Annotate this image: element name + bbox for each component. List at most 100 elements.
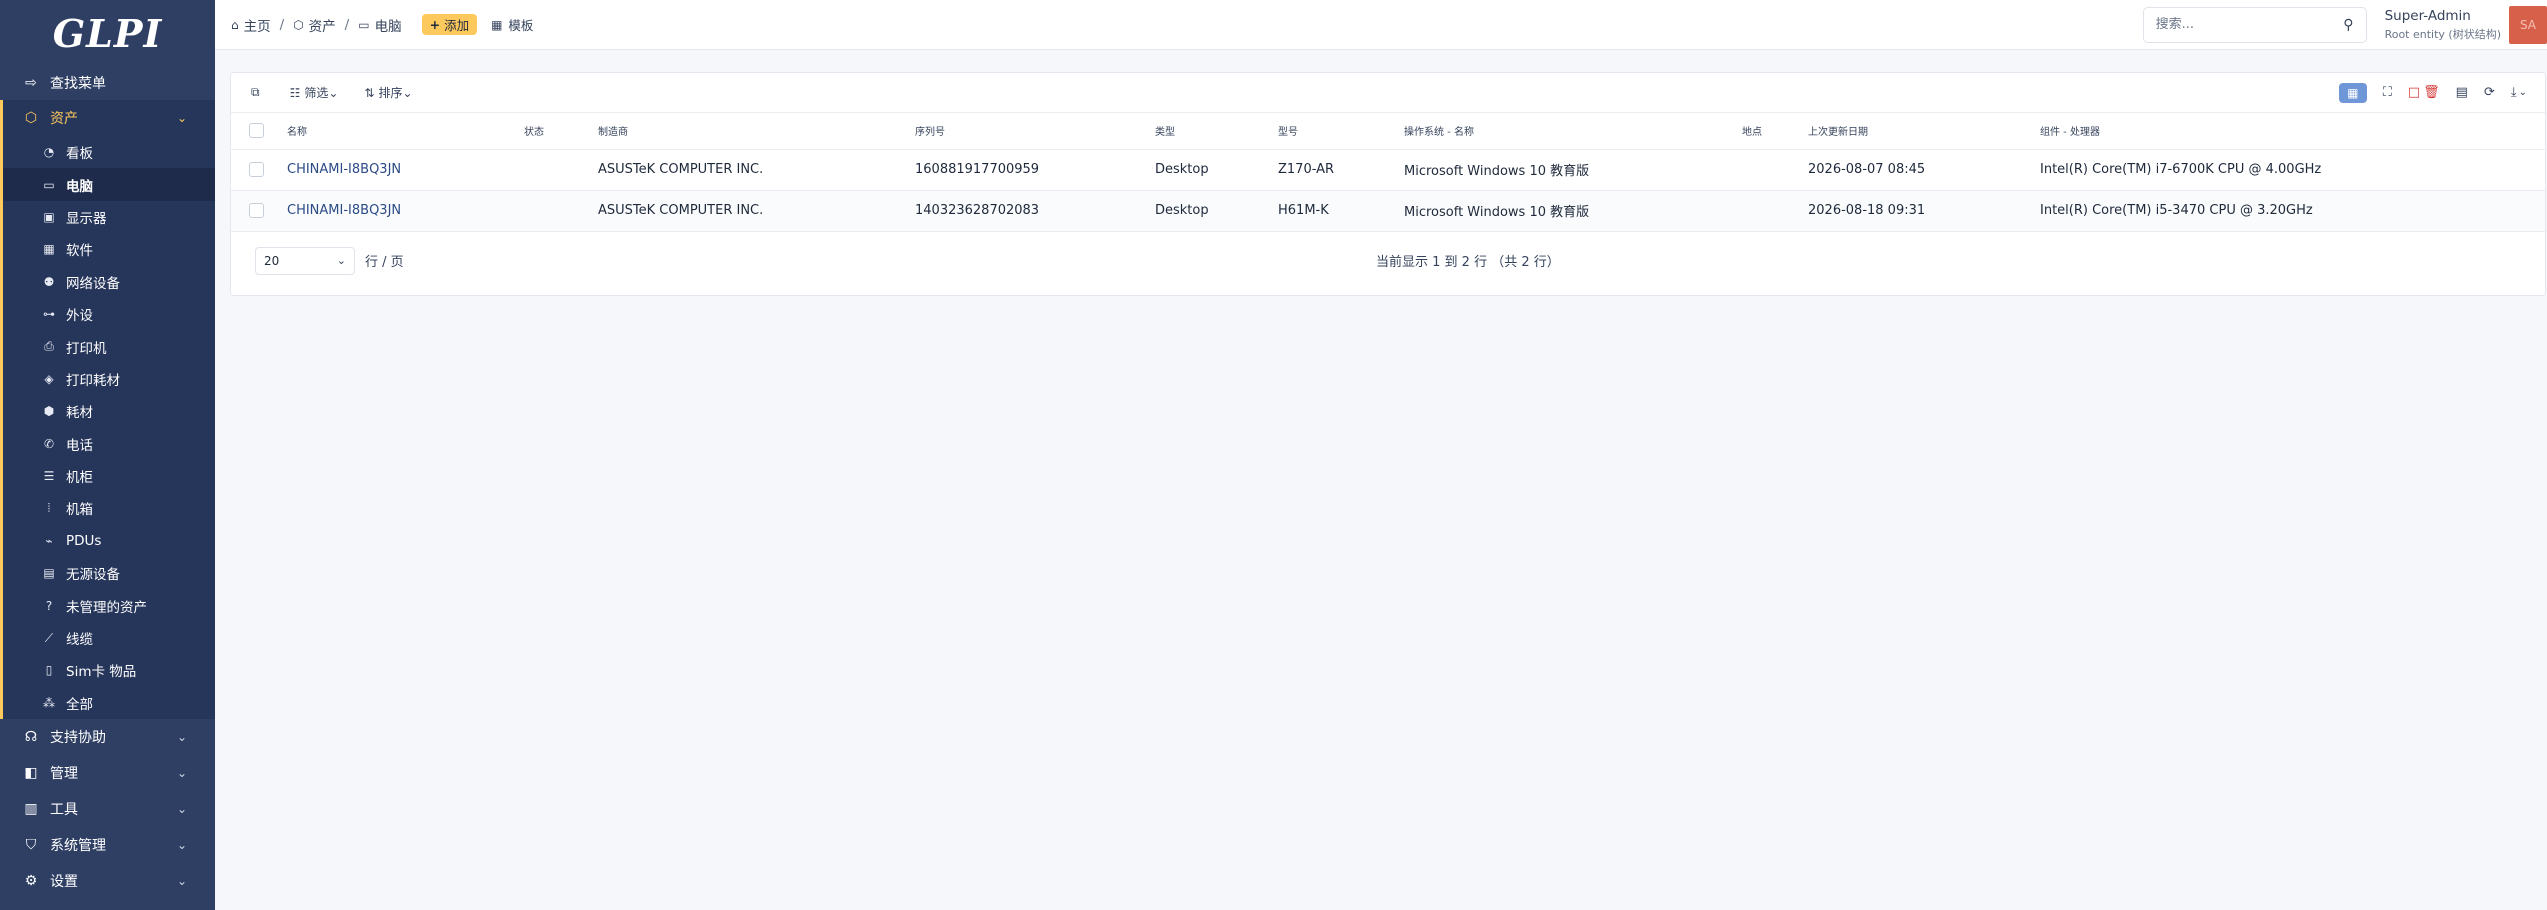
sidebar-item-racks[interactable]: ☰ 机柜 <box>3 460 215 492</box>
all-assets-icon: ⁂ <box>43 695 55 710</box>
computer-name-link[interactable]: CHINAMI-I8BQ3JN <box>287 203 401 218</box>
filter-button[interactable]: ☷ 筛选 ⌄ <box>290 84 339 101</box>
sidebar-item-all-assets[interactable]: ⁂ 全部 <box>3 687 215 719</box>
breadcrumb-computers[interactable]: ▭ 电脑 <box>358 15 401 35</box>
breadcrumb-assets[interactable]: ⬡ 资产 <box>293 15 335 35</box>
map-icon: ⛶ <box>2382 85 2392 100</box>
computers-list-card: ⧉ ☷ 筛选 ⌄ ⇅ 排序 ⌄ ▦ ⛶ □ 🗑 ▤ ⟳ ⤓ ⌄ 名称 状态 制造… <box>230 72 2546 296</box>
cell-name: CHINAMI-I8BQ3JN <box>287 190 524 232</box>
sidebar-item-software[interactable]: ▦ 软件 <box>3 233 215 265</box>
breadcrumb-home[interactable]: ⌂ 主页 <box>231 15 271 35</box>
sidebar-item-enclosures[interactable]: ⦙ 机箱 <box>3 492 215 524</box>
sidebar-item-network-devices[interactable]: ⚉ 网络设备 <box>3 266 215 298</box>
sidebar-category-setup[interactable]: ⚙ 设置 ⌄ <box>0 863 215 899</box>
chevron-down-icon: ⌄ <box>176 838 187 853</box>
column-header-last-update[interactable]: 上次更新日期 <box>1808 113 2040 150</box>
glpi-logo[interactable]: GLPI <box>0 0 215 66</box>
cell-location <box>1742 190 1808 232</box>
sidebar-item-sim-cards[interactable]: ▯ Sim卡 物品 <box>3 654 215 686</box>
sidebar-item-label: 外设 <box>66 308 93 325</box>
droplet-icon: ◈ <box>44 371 54 386</box>
search-icon[interactable]: ⚲ <box>2343 17 2353 33</box>
templates-button[interactable]: ▦ 模板 <box>491 15 533 34</box>
plus-icon: + <box>429 17 441 32</box>
sidebar-item-computers[interactable]: ▭ 电脑 <box>3 168 215 201</box>
sidebar-category-administration[interactable]: ⛉ 系统管理 ⌄ <box>0 827 215 863</box>
shield-icon: ⛉ <box>25 837 37 854</box>
breadcrumb-separator: / <box>344 16 350 33</box>
computer-name-link[interactable]: CHINAMI-I8BQ3JN <box>287 162 401 177</box>
rows-per-page-label: 行 / 页 <box>365 255 404 270</box>
sidebar-category-tools[interactable]: ▥ 工具 ⌄ <box>0 791 215 827</box>
sidebar-category-label: 支持协助 <box>50 730 106 747</box>
table-icon: ▦ <box>2347 85 2359 100</box>
sidebar-item-cartridges[interactable]: ◈ 打印耗材 <box>3 363 215 395</box>
usb-icon: ⊶ <box>43 307 55 322</box>
sidebar-item-label: 耗材 <box>66 405 93 422</box>
add-button-label: 添加 <box>444 18 470 33</box>
sidebar-item-pdus[interactable]: ⌁ PDUs <box>3 525 215 557</box>
package-icon: ⬢ <box>43 404 55 419</box>
sidebar-item-monitors[interactable]: ▣ 显示器 <box>3 201 215 233</box>
table-view-button[interactable]: ▦ <box>2338 82 2367 103</box>
rows-per-page-select[interactable]: 20 ⌄ <box>255 246 355 275</box>
file-icon: ▯ <box>45 663 53 678</box>
map-view-button[interactable]: ⛶ <box>2383 85 2392 100</box>
sidebar-category-assets[interactable]: ⬡ 资产 ⌄ <box>0 100 215 136</box>
breadcrumb-label: 资产 <box>308 18 336 35</box>
select-all-checkbox[interactable] <box>249 123 264 139</box>
column-header-type[interactable]: 类型 <box>1155 113 1278 150</box>
sidebar-item-unmanaged-assets[interactable]: ? 未管理的资产 <box>3 589 215 621</box>
archive-button[interactable]: ▤ <box>2456 85 2468 100</box>
trash-toggle-button[interactable]: □ 🗑 <box>2408 85 2440 100</box>
sidebar-item-label: 显示器 <box>66 210 107 227</box>
sort-icon: ⇅ <box>364 85 375 100</box>
column-header-status[interactable]: 状态 <box>524 113 598 150</box>
sidebar-item-cables[interactable]: ⟋ 线缆 <box>3 622 215 654</box>
export-button[interactable]: ⤓ ⌄ <box>2511 85 2527 100</box>
sidebar: GLPI ⇨ 查找菜单 ⬡ 资产 ⌄ ◔ 看板 ▭ 电脑 ▣ 显示器 ▦ 软件 … <box>0 0 215 910</box>
column-header-manufacturer[interactable]: 制造商 <box>598 113 915 150</box>
refresh-button[interactable]: ⟳ <box>2484 85 2495 100</box>
apps-icon: ▦ <box>43 242 55 257</box>
avatar[interactable]: SA <box>2509 5 2547 44</box>
sidebar-category-management[interactable]: ◧ 管理 ⌄ <box>0 755 215 791</box>
sidebar-item-consumables[interactable]: ⬢ 耗材 <box>3 395 215 427</box>
user-menu[interactable]: Super-Admin Root entity (树状结构) <box>2385 8 2501 42</box>
find-menu-label: 查找菜单 <box>50 76 106 92</box>
row-checkbox[interactable] <box>249 203 264 218</box>
sidebar-item-dashboard[interactable]: ◔ 看板 <box>3 136 215 168</box>
column-header-serial[interactable]: 序列号 <box>915 113 1155 150</box>
sidebar-item-label: 未管理的资产 <box>66 599 147 616</box>
column-header-name[interactable]: 名称 <box>287 113 524 150</box>
cell-serial: 140323628702083 <box>915 190 1155 232</box>
chevron-down-icon: ⌄ <box>176 766 187 781</box>
find-menu-button[interactable]: ⇨ 查找菜单 <box>0 66 215 100</box>
sidebar-item-label: 全部 <box>66 696 93 713</box>
column-header-location[interactable]: 地点 <box>1742 113 1808 150</box>
sidebar-item-label: 无源设备 <box>66 567 120 584</box>
sidebar-item-passive-devices[interactable]: ▤ 无源设备 <box>3 557 215 589</box>
table-row: CHINAMI-I8BQ3JN ASUSTeK COMPUTER INC. 14… <box>231 190 2545 232</box>
row-checkbox[interactable] <box>249 162 264 177</box>
sidebar-item-printers[interactable]: ⎙ 打印机 <box>3 330 215 362</box>
column-header-model[interactable]: 型号 <box>1278 113 1404 150</box>
copy-button[interactable]: ⧉ <box>251 85 264 100</box>
sidebar-item-label: 电话 <box>66 437 93 454</box>
column-header-os[interactable]: 操作系统 - 名称 <box>1404 113 1742 150</box>
user-entity: Root entity (树状结构) <box>2384 27 2501 41</box>
search-input[interactable] <box>2155 17 2344 32</box>
laptop-icon: ▭ <box>43 177 55 192</box>
package-icon: ⬡ <box>293 17 304 32</box>
sidebar-item-phones[interactable]: ✆ 电话 <box>3 428 215 460</box>
add-button[interactable]: + 添加 <box>421 14 478 35</box>
server-icon: ☰ <box>43 469 55 484</box>
sidebar-item-peripherals[interactable]: ⊶ 外设 <box>3 298 215 330</box>
sort-button[interactable]: ⇅ 排序 ⌄ <box>364 84 412 101</box>
sidebar-category-assistance[interactable]: ☊ 支持协助 ⌄ <box>0 719 215 755</box>
cell-os: Microsoft Windows 10 教育版 <box>1404 149 1742 191</box>
column-header-processor[interactable]: 组件 - 处理器 <box>2040 113 2545 150</box>
refresh-icon: ⟳ <box>2483 85 2495 100</box>
filter-label: 筛选 <box>304 86 329 100</box>
square-icon: □ <box>2407 85 2421 100</box>
